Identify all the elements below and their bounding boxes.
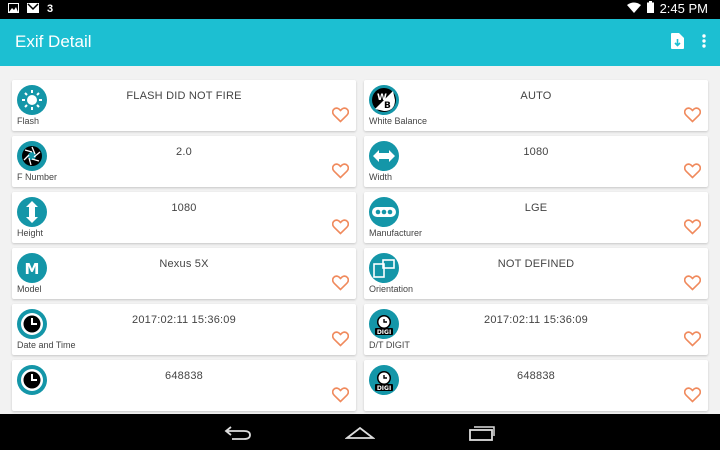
exif-value: 1080 [171,202,197,214]
exif-card[interactable]: DIGI 648838 [364,360,708,411]
white-balance-icon: WB [369,85,399,115]
exif-value: 648838 [517,370,555,382]
favorite-heart-icon[interactable] [331,219,350,235]
exif-card[interactable]: 1080 Width [364,136,708,187]
exif-value: 648838 [165,370,203,382]
wifi-icon [626,2,641,16]
navigation-bar [0,414,720,450]
favorite-heart-icon[interactable] [331,275,350,291]
recents-icon[interactable] [465,422,499,444]
exif-card[interactable]: LGE Manufacturer [364,192,708,243]
app-bar: Exif Detail [0,19,720,66]
status-bar: 3 2:45 PM [0,0,720,19]
flash-icon [17,85,47,115]
favorite-heart-icon[interactable] [683,107,702,123]
exif-grid: FLASH DID NOT FIRE Flash W B AUTO White Balan… [12,80,708,411]
exif-label: Manufacturer [369,228,423,238]
more-vert-icon[interactable] [702,34,706,53]
exif-value: FLASH DID NOT FIRE [126,90,242,102]
favorite-heart-icon[interactable] [683,387,702,403]
exif-value: 1080 [523,146,549,158]
exif-label: F Number [17,172,58,182]
favorite-heart-icon[interactable] [683,275,702,291]
clock-icon [17,309,47,339]
exif-value: 2.0 [176,146,192,158]
exif-label: White Balance [369,116,428,126]
exif-card[interactable]: 1080 Height [12,192,356,243]
svg-text:B: B [384,101,391,111]
exif-card[interactable]: 648838 [12,360,356,411]
notification-count: 3 [47,3,54,15]
exif-label: Flash [17,116,40,126]
gmail-icon [27,2,39,16]
model-m-icon: M [17,253,47,283]
favorite-heart-icon[interactable] [331,387,350,403]
exif-value: LGE [524,202,548,214]
favorite-heart-icon[interactable] [331,163,350,179]
exif-value: 2017:02:11 15:36:09 [132,314,236,326]
digit-clock-icon: DIGI [369,309,399,339]
exif-value: 2017:02:11 15:36:09 [484,314,588,326]
exif-value: AUTO [520,90,552,102]
image-icon [8,2,19,16]
aperture-icon [17,141,47,171]
exif-label: Model [17,284,42,294]
svg-text:DIGI: DIGI [377,329,391,336]
favorite-heart-icon[interactable] [683,219,702,235]
orientation-icon [369,253,399,283]
home-icon[interactable] [343,422,377,444]
page-title: Exif Detail [15,32,92,51]
favorite-heart-icon[interactable] [683,163,702,179]
exif-card[interactable]: NOT DEFINED Orientation [364,248,708,299]
exif-value: Nexus 5X [159,258,209,270]
exif-label: Orientation [369,284,414,294]
clock-icon [17,365,47,395]
export-file-icon[interactable] [671,33,684,54]
favorite-heart-icon[interactable] [331,331,350,347]
favorite-heart-icon[interactable] [683,331,702,347]
favorite-heart-icon[interactable] [331,107,350,123]
svg-text:DIGI: DIGI [377,385,391,392]
exif-card[interactable]: M Nexus 5X Model [12,248,356,299]
status-time: 2:45 PM [659,1,708,16]
exif-label: D/T DIGIT [369,340,410,350]
height-arrows-icon [17,197,47,227]
exif-card[interactable]: 2017:02:11 15:36:09 Date and Time [12,304,356,355]
digit-clock-icon: DIGI [369,365,399,395]
svg-text:M: M [25,260,40,278]
width-arrows-icon [369,141,399,171]
exif-card[interactable]: DIGI 2017:02:11 15:36:09 D/T DIGIT [364,304,708,355]
manufacturer-icon [369,197,399,227]
exif-label: Width [369,172,393,182]
back-icon[interactable] [221,422,255,444]
exif-card[interactable]: W B AUTO White Balance [364,80,708,131]
exif-card[interactable]: 2.0 F Number [12,136,356,187]
exif-label: Date and Time [17,340,76,350]
battery-icon [646,1,654,16]
exif-card[interactable]: FLASH DID NOT FIRE Flash [12,80,356,131]
exif-value: NOT DEFINED [497,258,575,270]
exif-label: Height [17,228,44,238]
exif-list[interactable]: FLASH DID NOT FIRE Flash W B AUTO White Balan… [0,66,720,414]
